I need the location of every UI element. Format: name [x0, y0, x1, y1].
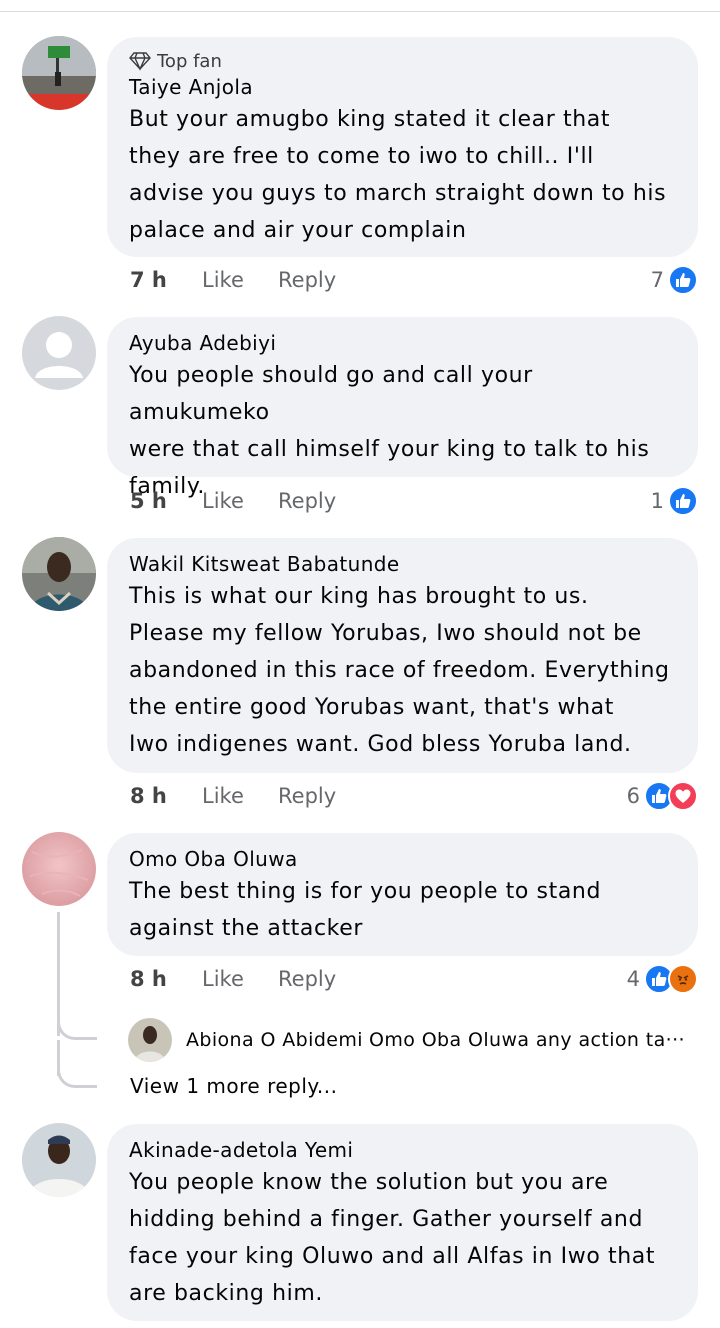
top-fan-badge: Top fan — [129, 49, 676, 73]
reply-preview-text: Abiona O Abidemi Omo Oba Oluwa any action… — [186, 1029, 685, 1051]
reply-snippet: Omo Oba Oluwa any action ta··· — [368, 1029, 685, 1051]
avatar-akinade-adetola-yemi[interactable] — [22, 1123, 96, 1197]
like-button[interactable]: Like — [202, 268, 278, 292]
reply-button[interactable]: Reply — [278, 489, 358, 513]
comment-actions: 8 h Like Reply — [130, 781, 358, 811]
comment-author[interactable]: Wakil Kitsweat Babatunde — [129, 550, 676, 578]
comment-text: But your amugbo king stated it clear tha… — [129, 107, 667, 243]
comment-author[interactable]: Taiye Anjola — [129, 73, 676, 101]
comment-text: The best thing is for you people to stan… — [129, 879, 602, 941]
thread-connector — [57, 1062, 97, 1088]
reaction-summary[interactable]: 7 — [651, 265, 698, 295]
comment-bubble: Wakil Kitsweat Babatunde This is what ou… — [107, 538, 698, 773]
comment-bubble: Omo Oba Oluwa The best thing is for you … — [107, 833, 698, 956]
top-divider — [0, 11, 720, 12]
comment-bubble: Ayuba Adebiyi You people should go and c… — [107, 317, 698, 499]
reaction-count: 7 — [650, 268, 664, 292]
reaction-count: 4 — [626, 967, 640, 991]
thumbs-up-icon — [668, 486, 698, 516]
badge-label: Top fan — [157, 50, 222, 72]
like-button[interactable]: Like — [202, 967, 278, 991]
reaction-count: 1 — [650, 489, 664, 513]
comment-text: This is what our king has brought to us.… — [129, 584, 670, 757]
comment-author[interactable]: Ayuba Adebiyi — [129, 329, 676, 357]
comment-time[interactable]: 7 h — [130, 268, 202, 292]
reaction-summary[interactable]: 1 — [651, 486, 698, 516]
reply-author[interactable]: Abiona O Abidemi — [186, 1029, 363, 1051]
comment-author[interactable]: Akinade-adetola Yemi — [129, 1136, 676, 1164]
view-more-replies-link[interactable]: View 1 more reply... — [130, 1074, 337, 1098]
comment-bubble: Top fan Taiye Anjola But your amugbo kin… — [107, 37, 698, 257]
reaction-summary[interactable]: 6 — [627, 781, 698, 811]
avatar-abiona-o-abidemi[interactable] — [128, 1018, 172, 1062]
reply-button[interactable]: Reply — [278, 268, 358, 292]
avatar-wakil-kitsweat-babatunde[interactable] — [22, 537, 96, 611]
comment-bubble: Akinade-adetola Yemi You people know the… — [107, 1124, 698, 1321]
reply-preview[interactable]: Abiona O Abidemi Omo Oba Oluwa any action… — [128, 1017, 698, 1063]
like-button[interactable]: Like — [202, 489, 278, 513]
comment-actions: 8 h Like Reply — [130, 964, 358, 994]
comment-time[interactable]: 8 h — [130, 967, 202, 991]
like-button[interactable]: Like — [202, 784, 278, 808]
reply-button[interactable]: Reply — [278, 784, 358, 808]
comment-actions: 7 h Like Reply — [130, 265, 358, 295]
avatar-taiye-anjola[interactable] — [22, 36, 96, 110]
avatar-ayuba-adebiyi[interactable] — [22, 316, 96, 390]
comment-text: You people should go and call your amuku… — [129, 363, 650, 499]
comment-time[interactable]: 8 h — [130, 784, 202, 808]
thread-connector — [57, 1014, 97, 1040]
avatar-omo-oba-oluwa[interactable] — [22, 832, 96, 906]
heart-icon — [668, 781, 698, 811]
diamond-icon — [129, 52, 151, 71]
reply-button[interactable]: Reply — [278, 967, 358, 991]
thumbs-up-icon — [668, 265, 698, 295]
comment-time[interactable]: 5 h — [130, 489, 202, 513]
angry-face-icon — [668, 964, 698, 994]
comment-actions: 5 h Like Reply — [130, 486, 358, 516]
comment-text: You people know the solution but you are… — [129, 1170, 656, 1306]
reaction-summary[interactable]: 4 — [627, 964, 698, 994]
comment-author[interactable]: Omo Oba Oluwa — [129, 845, 676, 873]
reaction-count: 6 — [626, 784, 640, 808]
